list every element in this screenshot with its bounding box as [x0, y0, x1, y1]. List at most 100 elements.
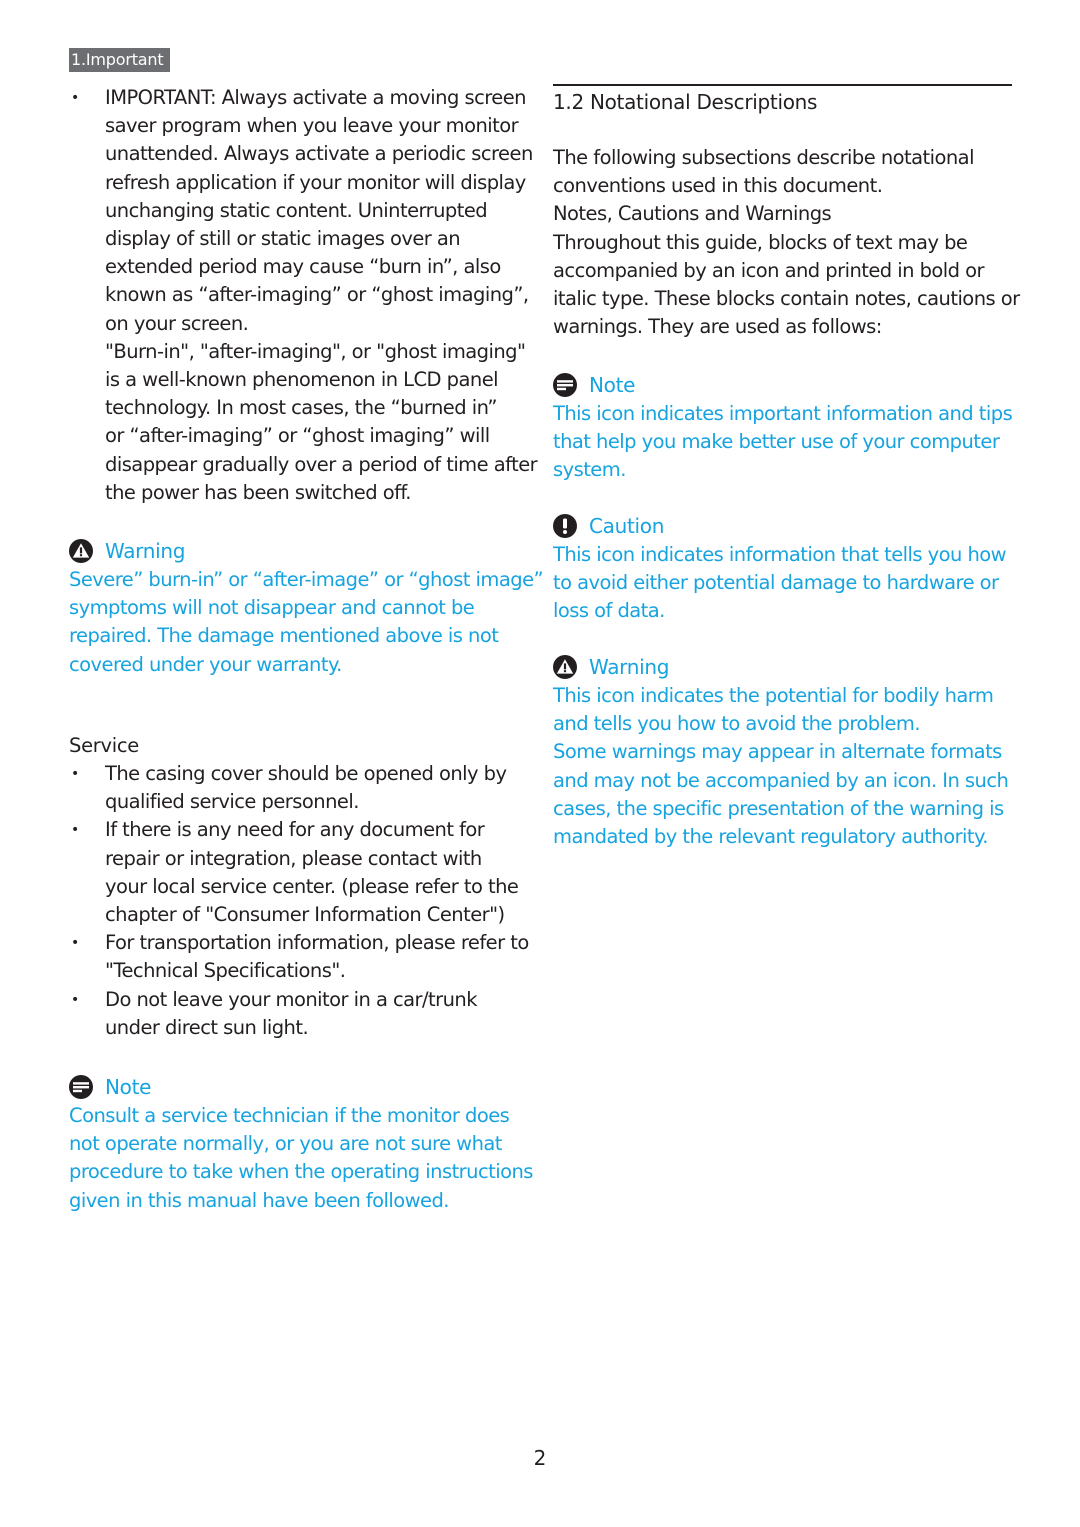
text-line: For transportation information, please r… [105, 931, 529, 955]
text-line: loss of data. [553, 599, 665, 623]
note-callout: Note Consult a service technician if the… [69, 1072, 539, 1215]
heading-rule [553, 84, 1012, 86]
text-line: your local service center. (please refer… [105, 874, 519, 898]
text-line: and may not be accompanied by an icon. I… [553, 768, 1009, 792]
text-line: "Burn-in", "after-imaging", or "ghost im… [105, 339, 526, 363]
text-line: on your screen. [105, 311, 249, 335]
text-line: saver program when you leave your monito… [105, 114, 519, 138]
service-bullet: • Do not leave your monitor in a car/trun… [69, 986, 539, 1042]
warning-header: Warning [553, 652, 1023, 682]
text-line: and tells you how to avoid the problem. [553, 712, 921, 736]
text-line: is a well-known phenomenon in LCD panel [105, 368, 499, 392]
note-icon [69, 1075, 93, 1099]
service-bullet-text: The casing cover should be opened only b… [105, 760, 539, 816]
text-line: repaired. The damage mentioned above is … [69, 624, 499, 648]
text-line: known as “after-imaging” or “ghost imagi… [105, 283, 529, 307]
text-line: refresh application if your monitor will… [105, 170, 526, 194]
text-line: covered under your warranty. [69, 652, 342, 676]
text-line: repair or integration, please contact wi… [105, 846, 482, 870]
text-line: accompanied by an icon and printed in bo… [553, 258, 985, 282]
caution-definition: Caution This icon indicates information … [553, 511, 1023, 626]
warning-text: This icon indicates the potential for bo… [553, 682, 1023, 851]
bullet-dot: • [71, 935, 79, 952]
text-line: italic type. These blocks contain notes,… [553, 287, 1020, 311]
text-line: IMPORTANT: Always activate a moving scre… [105, 86, 527, 109]
warning-text: Severe” burn-in” or “after-image” or “gh… [69, 566, 544, 679]
note-icon [553, 373, 577, 397]
text-line: under direct sun light. [105, 1015, 309, 1039]
warning-header: Warning [69, 536, 539, 566]
text-line: the power has been switched off. [105, 480, 411, 504]
note-label: Note [589, 373, 636, 397]
service-bullet-text: If there is any need for any document fo… [105, 816, 539, 929]
text-line: qualified service personnel. [105, 790, 359, 814]
service-bullet: • The casing cover should be opened only … [69, 760, 539, 816]
service-section: Service • The casing cover should be open… [69, 732, 539, 1042]
text-line: If there is any need for any document fo… [105, 818, 485, 842]
text-line: This icon indicates important informatio… [553, 402, 1013, 425]
bullet-dot: • [71, 766, 79, 782]
text-line: mandated by the relevant regulatory auth… [553, 825, 988, 849]
bullet-dot: • [71, 822, 79, 839]
text-line: given in this manual have been followed. [69, 1188, 449, 1212]
bullet-dot: • [71, 991, 79, 1008]
text-line: technology. In most cases, the “burned i… [105, 396, 497, 420]
text-line: The casing cover should be opened only b… [105, 762, 507, 785]
text-line: cases, the specific presentation of the … [553, 796, 1004, 820]
important-bullet: • IMPORTANT: Always activate a moving sc… [69, 84, 539, 507]
note-definition: Note This icon indicates important infor… [553, 370, 1023, 485]
text-line: that help you make better use of your co… [553, 430, 1000, 454]
text-line: Do not leave your monitor in a car/trunk [105, 987, 478, 1011]
text-line: unattended. Always activate a periodic s… [105, 142, 533, 166]
intro-text: The following subsections describe notat… [553, 144, 1023, 341]
important-text: IMPORTANT: Always activate a moving scre… [105, 84, 539, 507]
service-bullet-text: Do not leave your monitor in a car/trunk… [105, 986, 539, 1042]
service-heading: Service [69, 734, 139, 757]
warning-callout: Warning Severe” burn-in” or “after-image… [69, 536, 544, 679]
note-text: Consult a service technician if the moni… [69, 1102, 539, 1215]
text-line: or “after-imaging” or “ghost imaging” wi… [105, 424, 490, 448]
text-line: This icon indicates information that tel… [553, 543, 1007, 566]
text-line: system. [553, 458, 626, 482]
page-number: 2 [533, 1446, 547, 1470]
text-line: Throughout this guide, blocks of text ma… [553, 230, 968, 254]
text-line: Severe” burn-in” or “after-image” or “gh… [69, 568, 544, 591]
text-line: unchanging static content. Uninterrupted [105, 198, 488, 222]
text-line: Consult a service technician if the moni… [69, 1104, 510, 1127]
bullet-dot: • [71, 90, 79, 106]
caution-exclamation-icon [553, 514, 577, 538]
text-line: chapter of "Consumer Information Center"… [105, 903, 505, 927]
note-header: Note [553, 370, 1023, 400]
service-bullet-text: For transportation information, please r… [105, 929, 539, 985]
text-line: "Technical Specifications". [105, 959, 346, 983]
text-line: This icon indicates the potential for bo… [553, 684, 994, 707]
section-heading: 1.2 Notational Descriptions [553, 90, 818, 114]
important-list: • IMPORTANT: Always activate a moving sc… [69, 84, 539, 507]
text-line: to avoid either potential damage to hard… [553, 571, 999, 595]
text-line: not operate normally, or you are not sur… [69, 1132, 502, 1156]
text-line: extended period may cause “burn in”, als… [105, 255, 501, 279]
section-tab-important: 1.Important [69, 48, 171, 72]
text-line: warnings. They are used as follows: [553, 315, 882, 339]
warning-definition: Warning This icon indicates the potentia… [553, 652, 1023, 851]
note-header: Note [69, 1072, 539, 1102]
caution-label: Caution [589, 514, 665, 538]
note-label: Note [105, 1075, 152, 1099]
service-list: • The casing cover should be opened only … [69, 760, 539, 1042]
text-line: symptoms will not disappear and cannot b… [69, 596, 475, 620]
note-text: This icon indicates important informatio… [553, 400, 1023, 485]
text-line: The following subsections describe notat… [553, 146, 974, 169]
text-line: procedure to take when the operating ins… [69, 1160, 533, 1184]
caution-header: Caution [553, 511, 1023, 541]
caution-text: This icon indicates information that tel… [553, 541, 1023, 626]
text-line: conventions used in this document. [553, 174, 883, 198]
text-line: disappear gradually over a period of tim… [105, 452, 538, 476]
warning-label: Warning [105, 539, 186, 563]
warning-label: Warning [589, 655, 670, 679]
text-line: Notes, Cautions and Warnings [553, 202, 832, 226]
text-line: display of still or static images over a… [105, 227, 461, 251]
text-line: Some warnings may appear in alternate fo… [553, 740, 1002, 764]
warning-triangle-icon [69, 539, 93, 563]
service-bullet: • If there is any need for any document f… [69, 816, 539, 929]
service-bullet: • For transportation information, please … [69, 929, 539, 985]
